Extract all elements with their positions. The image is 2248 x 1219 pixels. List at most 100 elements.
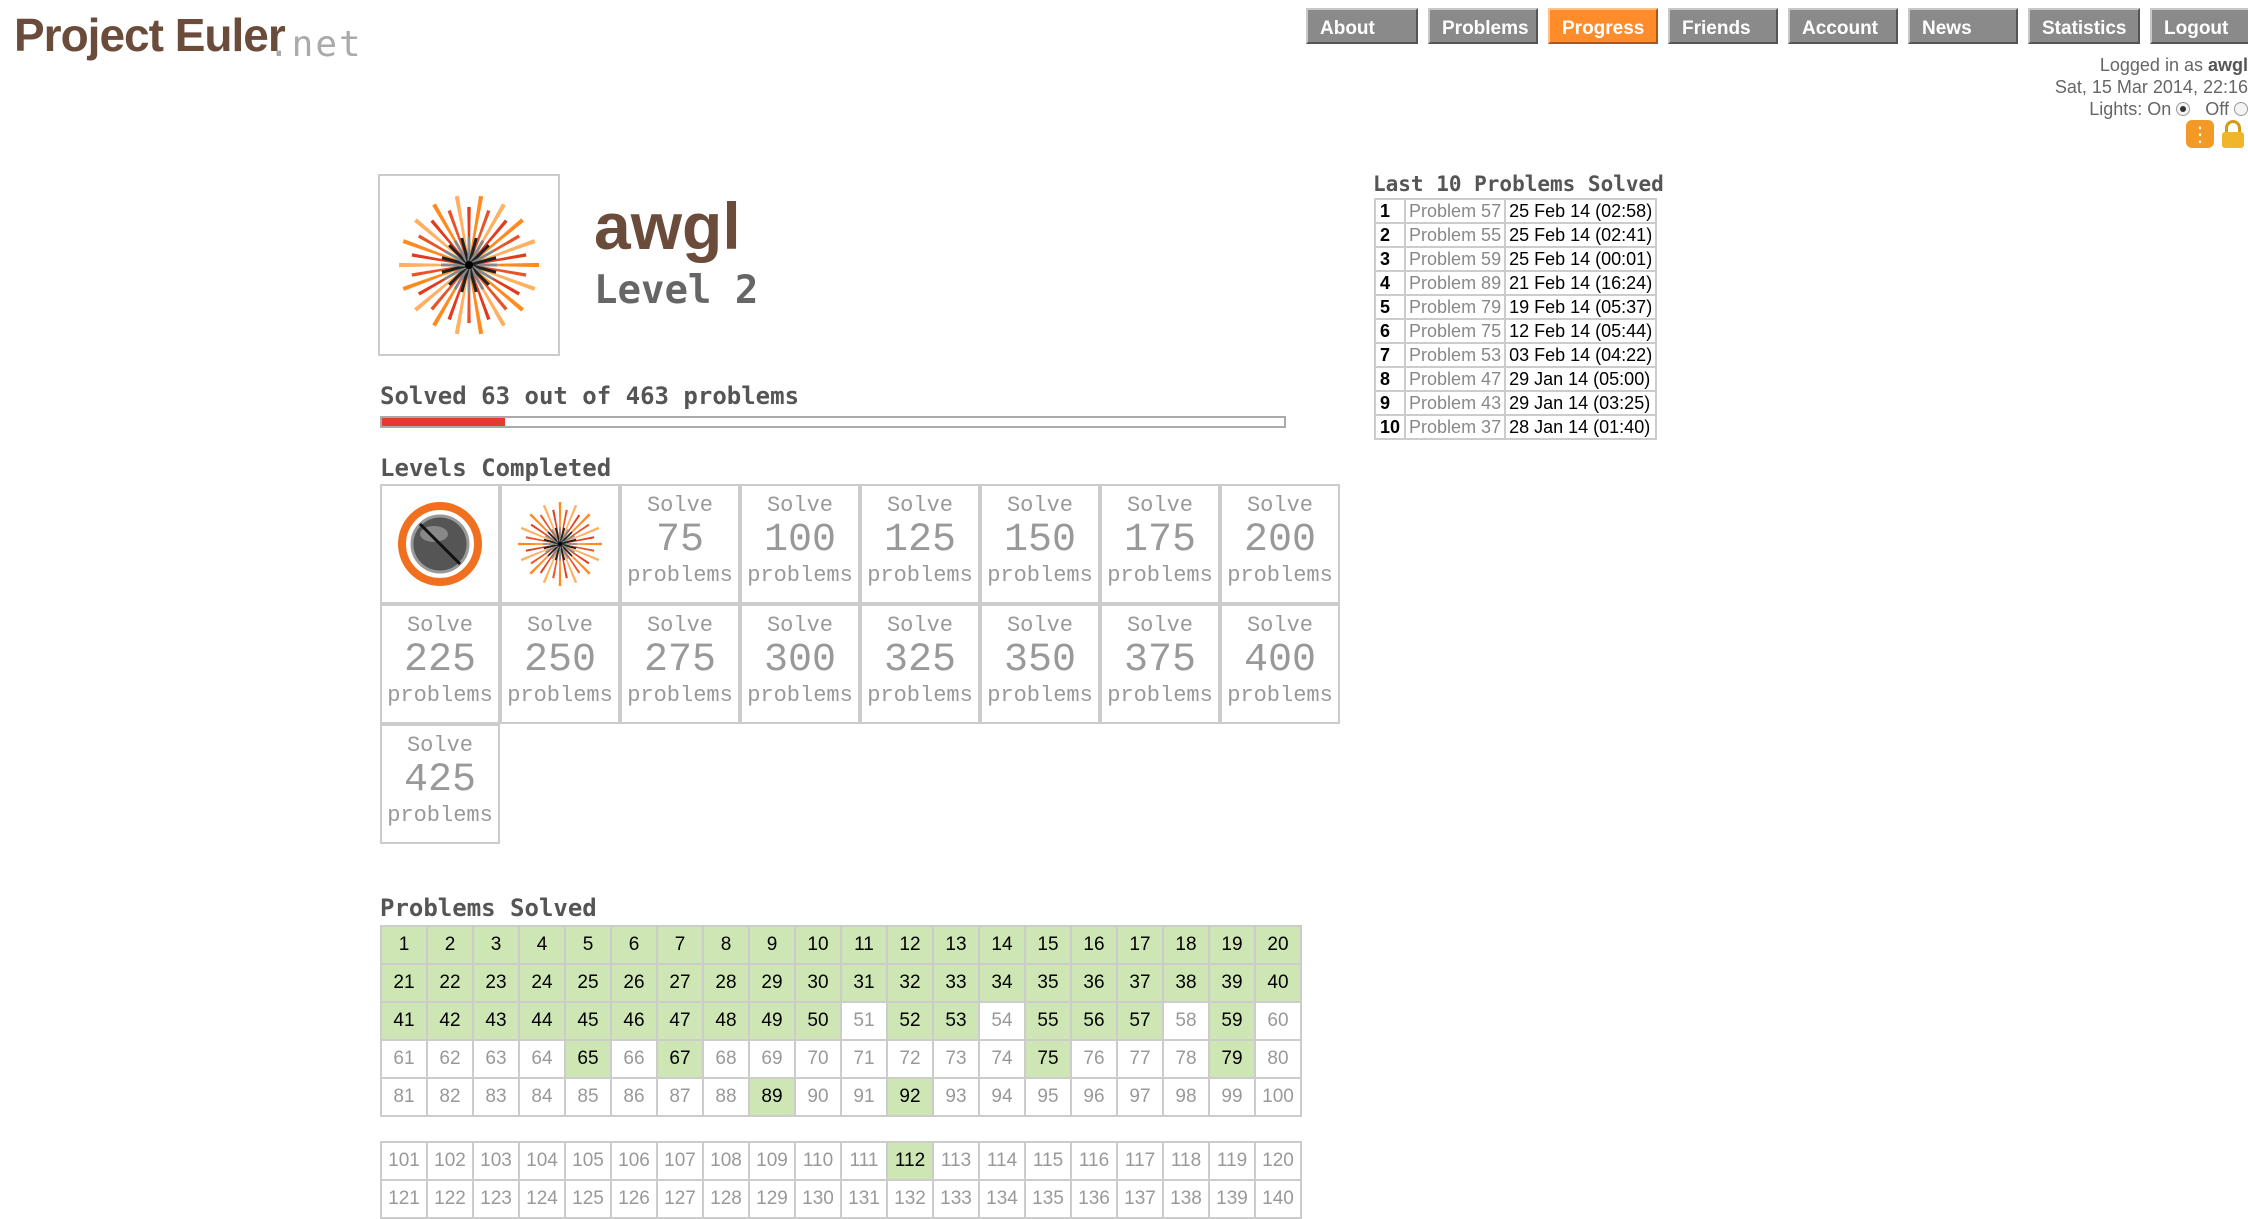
last10-problem-link[interactable]: Problem 37 [1404,414,1507,440]
problem-cell-49[interactable]: 49 [748,1001,796,1041]
problem-cell-17[interactable]: 17 [1116,925,1164,965]
problem-cell-126[interactable]: 126 [610,1179,658,1219]
problem-cell-128[interactable]: 128 [702,1179,750,1219]
problem-cell-20[interactable]: 20 [1254,925,1302,965]
problem-cell-55[interactable]: 55 [1024,1001,1072,1041]
problem-cell-100[interactable]: 100 [1254,1077,1302,1117]
problem-cell-64[interactable]: 64 [518,1039,566,1079]
problem-cell-71[interactable]: 71 [840,1039,888,1079]
problem-cell-125[interactable]: 125 [564,1179,612,1219]
last10-problem-link[interactable]: Problem 59 [1404,246,1507,272]
problem-cell-15[interactable]: 15 [1024,925,1072,965]
problem-cell-48[interactable]: 48 [702,1001,750,1041]
problem-cell-115[interactable]: 115 [1024,1141,1072,1181]
problem-cell-41[interactable]: 41 [380,1001,428,1041]
problem-cell-104[interactable]: 104 [518,1141,566,1181]
problem-cell-2[interactable]: 2 [426,925,474,965]
problem-cell-124[interactable]: 124 [518,1179,566,1219]
problem-cell-51[interactable]: 51 [840,1001,888,1041]
problem-cell-58[interactable]: 58 [1162,1001,1210,1041]
problem-cell-82[interactable]: 82 [426,1077,474,1117]
problem-cell-131[interactable]: 131 [840,1179,888,1219]
problem-cell-26[interactable]: 26 [610,963,658,1003]
problem-cell-10[interactable]: 10 [794,925,842,965]
problem-cell-24[interactable]: 24 [518,963,566,1003]
problem-cell-31[interactable]: 31 [840,963,888,1003]
problem-cell-57[interactable]: 57 [1116,1001,1164,1041]
problem-cell-3[interactable]: 3 [472,925,520,965]
nav-logout-button[interactable]: Logout [2150,8,2248,44]
problem-cell-36[interactable]: 36 [1070,963,1118,1003]
problem-cell-1[interactable]: 1 [380,925,428,965]
problem-cell-9[interactable]: 9 [748,925,796,965]
problem-cell-72[interactable]: 72 [886,1039,934,1079]
problem-cell-5[interactable]: 5 [564,925,612,965]
problem-cell-83[interactable]: 83 [472,1077,520,1117]
nav-friends-button[interactable]: Friends [1668,8,1778,44]
site-logo[interactable]: Project Euler [14,8,286,62]
problem-cell-53[interactable]: 53 [932,1001,980,1041]
problem-cell-75[interactable]: 75 [1024,1039,1072,1079]
last10-problem-link[interactable]: Problem 79 [1404,294,1507,320]
problem-cell-65[interactable]: 65 [564,1039,612,1079]
problem-cell-29[interactable]: 29 [748,963,796,1003]
problem-cell-56[interactable]: 56 [1070,1001,1118,1041]
problem-cell-111[interactable]: 111 [840,1141,888,1181]
problem-cell-28[interactable]: 28 [702,963,750,1003]
problem-cell-46[interactable]: 46 [610,1001,658,1041]
last10-problem-link[interactable]: Problem 55 [1404,222,1507,248]
problem-cell-118[interactable]: 118 [1162,1141,1210,1181]
problem-cell-40[interactable]: 40 [1254,963,1302,1003]
problem-cell-32[interactable]: 32 [886,963,934,1003]
problem-cell-30[interactable]: 30 [794,963,842,1003]
problem-cell-35[interactable]: 35 [1024,963,1072,1003]
nav-about-button[interactable]: About [1306,8,1418,44]
problem-cell-133[interactable]: 133 [932,1179,980,1219]
problem-cell-19[interactable]: 19 [1208,925,1256,965]
problem-cell-140[interactable]: 140 [1254,1179,1302,1219]
problem-cell-22[interactable]: 22 [426,963,474,1003]
problem-cell-44[interactable]: 44 [518,1001,566,1041]
problem-cell-33[interactable]: 33 [932,963,980,1003]
problem-cell-27[interactable]: 27 [656,963,704,1003]
problem-cell-139[interactable]: 139 [1208,1179,1256,1219]
problem-cell-132[interactable]: 132 [886,1179,934,1219]
problem-cell-90[interactable]: 90 [794,1077,842,1117]
problem-cell-108[interactable]: 108 [702,1141,750,1181]
problem-cell-61[interactable]: 61 [380,1039,428,1079]
problem-cell-45[interactable]: 45 [564,1001,612,1041]
problem-cell-68[interactable]: 68 [702,1039,750,1079]
nav-statistics-button[interactable]: Statistics [2028,8,2140,44]
problem-cell-12[interactable]: 12 [886,925,934,965]
nav-news-button[interactable]: News [1908,8,2018,44]
problem-cell-88[interactable]: 88 [702,1077,750,1117]
problem-cell-109[interactable]: 109 [748,1141,796,1181]
problem-cell-18[interactable]: 18 [1162,925,1210,965]
problem-cell-76[interactable]: 76 [1070,1039,1118,1079]
nav-progress-button[interactable]: Progress [1548,8,1658,44]
problem-cell-11[interactable]: 11 [840,925,888,965]
problem-cell-97[interactable]: 97 [1116,1077,1164,1117]
problem-cell-114[interactable]: 114 [978,1141,1026,1181]
problem-cell-136[interactable]: 136 [1070,1179,1118,1219]
problem-cell-14[interactable]: 14 [978,925,1026,965]
problem-cell-130[interactable]: 130 [794,1179,842,1219]
last10-problem-link[interactable]: Problem 89 [1404,270,1507,296]
problem-cell-4[interactable]: 4 [518,925,566,965]
problem-cell-101[interactable]: 101 [380,1141,428,1181]
last10-problem-link[interactable]: Problem 47 [1404,366,1507,392]
problem-cell-25[interactable]: 25 [564,963,612,1003]
nav-problems-button[interactable]: Problems [1428,8,1538,44]
problem-cell-16[interactable]: 16 [1070,925,1118,965]
problem-cell-62[interactable]: 62 [426,1039,474,1079]
problem-cell-84[interactable]: 84 [518,1077,566,1117]
problem-cell-60[interactable]: 60 [1254,1001,1302,1041]
problem-cell-81[interactable]: 81 [380,1077,428,1117]
problem-cell-42[interactable]: 42 [426,1001,474,1041]
last10-problem-link[interactable]: Problem 75 [1404,318,1507,344]
rss-feed-icon[interactable]: ⋮ [2186,120,2214,148]
problem-cell-96[interactable]: 96 [1070,1077,1118,1117]
problem-cell-13[interactable]: 13 [932,925,980,965]
problem-cell-123[interactable]: 123 [472,1179,520,1219]
nav-account-button[interactable]: Account [1788,8,1898,44]
